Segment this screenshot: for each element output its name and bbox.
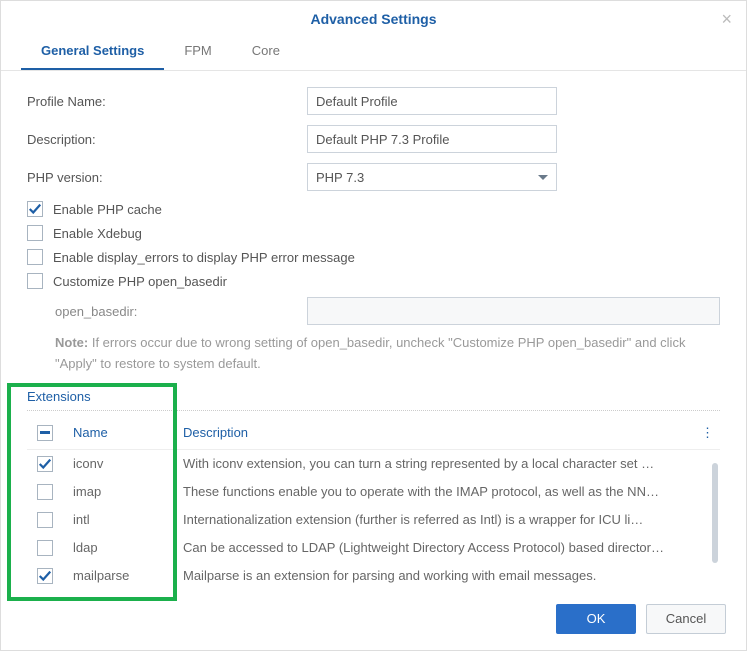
tab-core[interactable]: Core [232,33,300,70]
profile-name-input[interactable] [307,87,557,115]
php-version-value: PHP 7.3 [316,170,364,185]
table-row[interactable]: mailparseMailparse is an extension for p… [27,562,720,590]
dialog-footer: OK Cancel [1,590,746,650]
column-header-name[interactable]: Name [67,417,177,450]
enable-xdebug-checkbox[interactable] [27,225,43,241]
extension-description: With iconv extension, you can turn a str… [177,449,720,478]
enable-php-cache-label: Enable PHP cache [53,202,162,217]
profile-name-label: Profile Name: [27,94,307,109]
extensions-table: Name Description ⋮ iconvWith iconv exten… [27,417,720,590]
dialog-body: Profile Name: Description: PHP version: … [1,71,746,590]
extension-description: Can be accessed to LDAP (Lightweight Dir… [177,534,720,562]
customize-open-basedir-checkbox[interactable] [27,273,43,289]
table-row[interactable]: intlInternationalization extension (furt… [27,506,720,534]
description-input[interactable] [307,125,557,153]
php-version-label: PHP version: [27,170,307,185]
extensions-title: Extensions [27,389,720,411]
column-header-description[interactable]: Description [177,417,695,450]
table-row[interactable]: imapThese functions enable you to operat… [27,478,720,506]
tab-general-settings[interactable]: General Settings [21,33,164,70]
extension-checkbox[interactable] [37,568,53,584]
tab-fpm[interactable]: FPM [164,33,231,70]
customize-open-basedir-label: Customize PHP open_basedir [53,274,227,289]
enable-display-errors-label: Enable display_errors to display PHP err… [53,250,355,265]
extension-name: ldap [67,534,177,562]
extension-description: Internationalization extension (further … [177,506,720,534]
open-basedir-note: Note: If errors occur due to wrong setti… [55,333,720,375]
ok-button[interactable]: OK [556,604,636,634]
extension-name: imap [67,478,177,506]
extension-checkbox[interactable] [37,540,53,556]
dialog-header: Advanced Settings × [1,1,746,33]
dialog-title: Advanced Settings [310,11,436,27]
close-icon[interactable]: × [721,9,732,30]
tab-bar: General Settings FPM Core [1,33,746,71]
table-row[interactable]: iconvWith iconv extension, you can turn … [27,449,720,478]
extension-checkbox[interactable] [37,512,53,528]
chevron-down-icon [538,175,548,180]
extension-name: iconv [67,449,177,478]
extension-description: Mailparse is an extension for parsing an… [177,562,720,590]
enable-php-cache-checkbox[interactable] [27,201,43,217]
enable-xdebug-label: Enable Xdebug [53,226,142,241]
note-text: If errors occur due to wrong setting of … [55,335,685,371]
open-basedir-input[interactable] [307,297,720,325]
select-all-checkbox[interactable] [37,425,53,441]
scrollbar[interactable] [712,463,718,563]
advanced-settings-dialog: Advanced Settings × General Settings FPM… [0,0,747,651]
enable-display-errors-checkbox[interactable] [27,249,43,265]
extension-name: intl [67,506,177,534]
table-row[interactable]: ldapCan be accessed to LDAP (Lightweight… [27,534,720,562]
php-version-select[interactable]: PHP 7.3 [307,163,557,191]
cancel-button[interactable]: Cancel [646,604,726,634]
extension-name: mailparse [67,562,177,590]
extension-checkbox[interactable] [37,484,53,500]
open-basedir-label: open_basedir: [55,304,307,319]
extension-description: These functions enable you to operate wi… [177,478,720,506]
extension-checkbox[interactable] [37,456,53,472]
description-label: Description: [27,132,307,147]
column-menu-icon[interactable]: ⋮ [695,417,720,450]
note-prefix: Note: [55,335,88,350]
extensions-section: Extensions Name Description ⋮ iconvWith … [27,389,720,590]
